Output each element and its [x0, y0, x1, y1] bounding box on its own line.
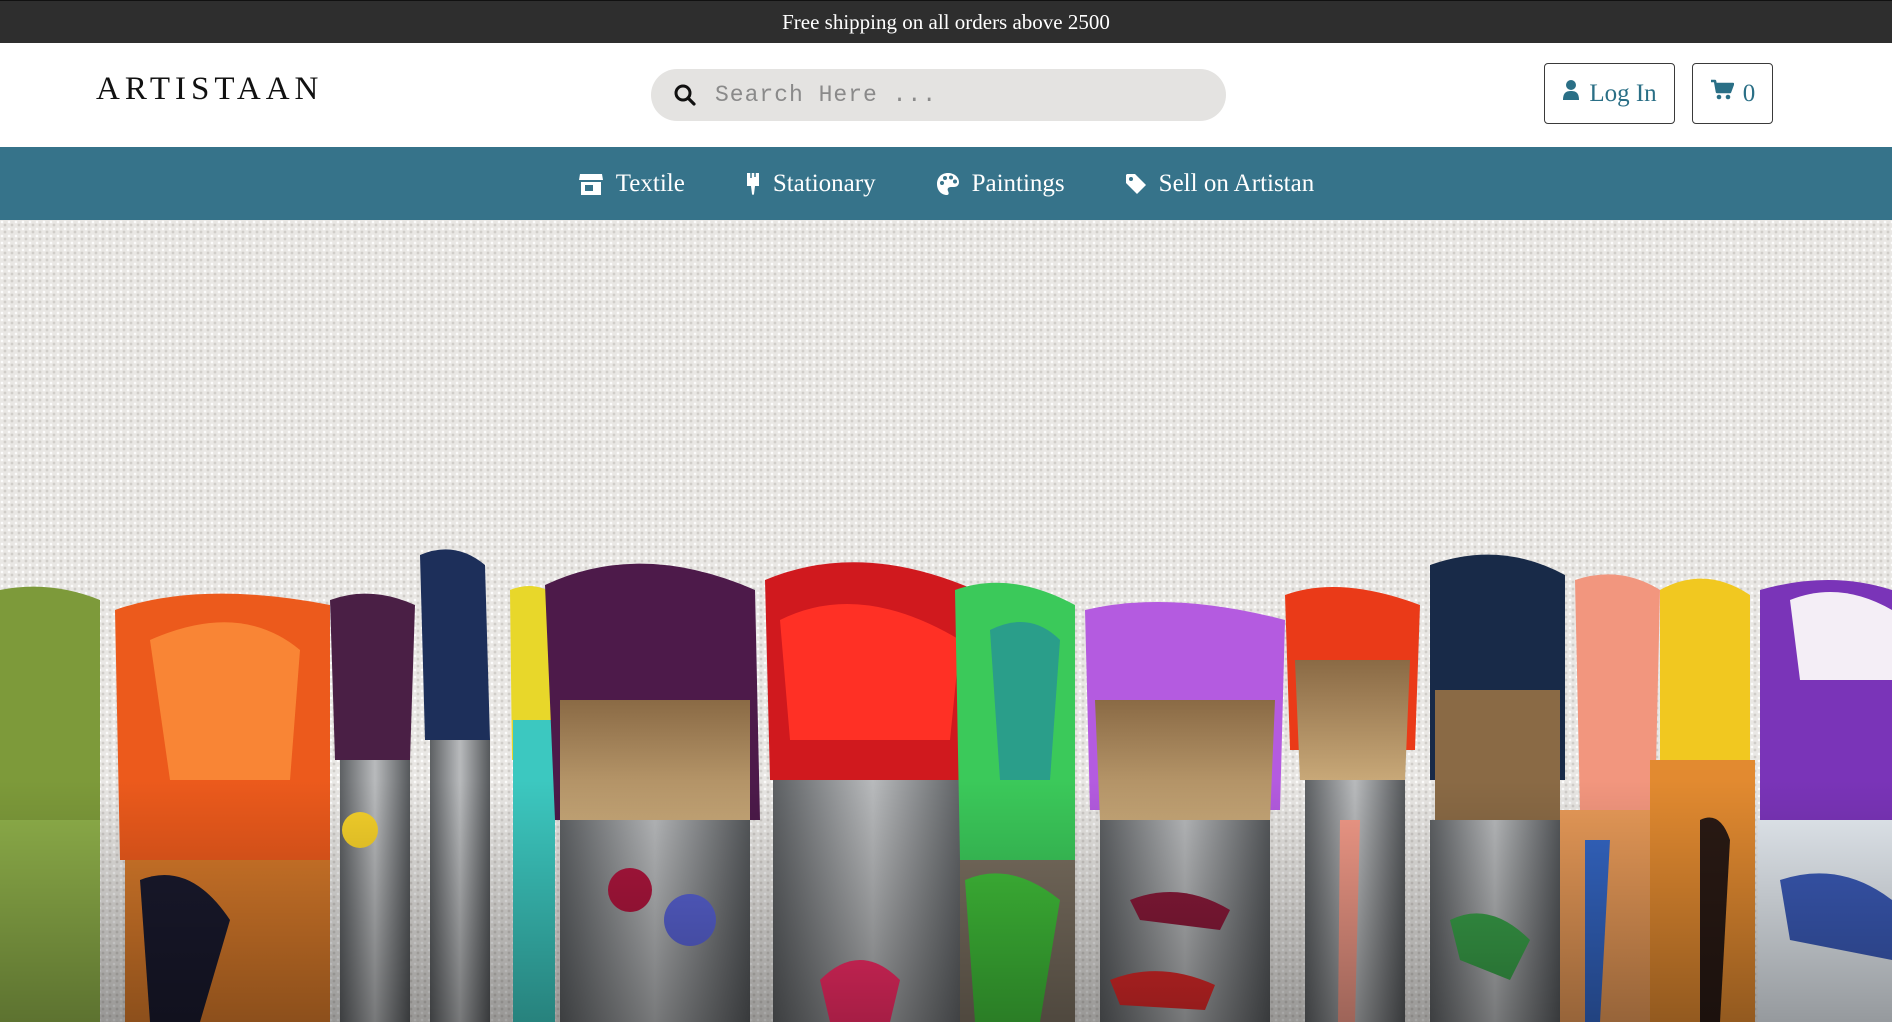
- nav-item-label: Sell on Artistan: [1158, 169, 1315, 197]
- nav-item-label: Stationary: [772, 169, 876, 197]
- nav-item-paintings[interactable]: Paintings: [906, 170, 1095, 198]
- nav-item-sell[interactable]: Sell on Artistan: [1095, 170, 1345, 198]
- user-icon: [1562, 79, 1580, 108]
- category-nav: Textile Stationary Paintings Sell on Art…: [0, 147, 1892, 220]
- paint-brush-icon: [745, 172, 761, 196]
- store-icon: [578, 172, 604, 196]
- search-bar: [651, 69, 1226, 121]
- site-logo[interactable]: ARTISTAAN: [96, 71, 323, 108]
- palette-icon: [936, 172, 960, 196]
- login-button[interactable]: Log In: [1544, 63, 1675, 124]
- nav-item-label: Paintings: [971, 169, 1065, 197]
- announcement-bar: Free shipping on all orders above 2500: [0, 0, 1892, 43]
- nav-item-stationary[interactable]: Stationary: [715, 170, 906, 198]
- cart-count: 0: [1742, 79, 1756, 107]
- paint-brushes-image: [0, 549, 1892, 1022]
- login-label: Log In: [1589, 79, 1657, 107]
- cart-button[interactable]: 0: [1692, 63, 1773, 124]
- search-icon[interactable]: [663, 73, 707, 117]
- nav-item-label: Textile: [615, 169, 685, 197]
- announcement-text: Free shipping on all orders above 2500: [782, 9, 1110, 34]
- tag-icon: [1125, 173, 1147, 195]
- nav-item-textile[interactable]: Textile: [548, 170, 715, 198]
- search-input[interactable]: [707, 82, 1226, 108]
- cart-icon: [1710, 79, 1734, 108]
- hero-banner: [0, 220, 1892, 1022]
- site-header: ARTISTAAN Log In 0: [0, 43, 1892, 147]
